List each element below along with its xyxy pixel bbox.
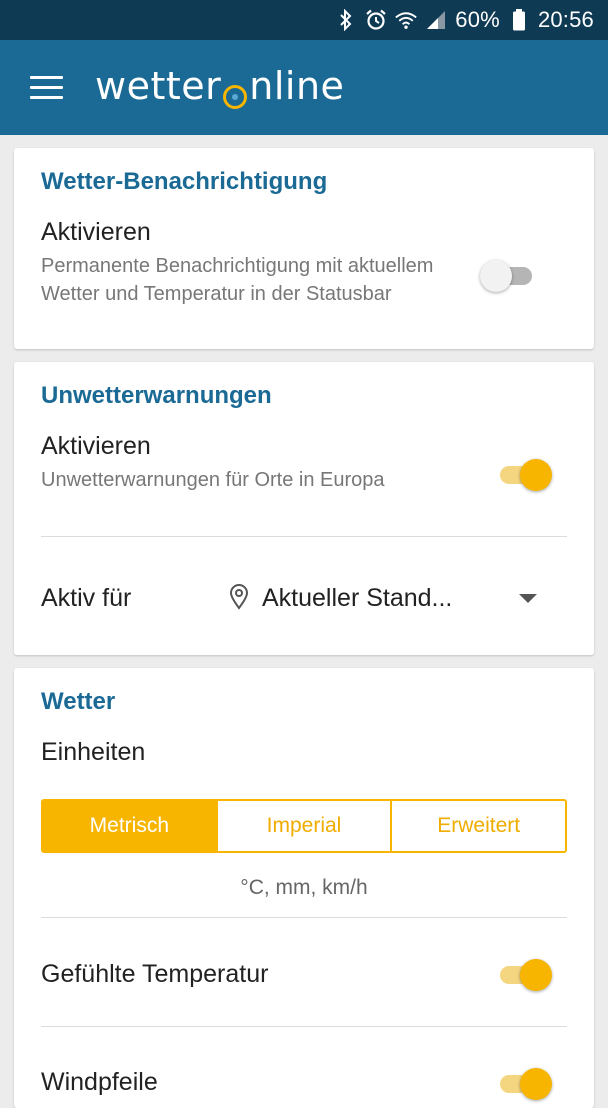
active-for-label: Aktiv für bbox=[41, 584, 132, 612]
weather-card: Wetter Einheiten Metrisch Imperial Erwei… bbox=[14, 668, 594, 1108]
logo-text-right: nline bbox=[249, 63, 345, 108]
felt-temperature-label: Gefühlte Temperatur bbox=[41, 960, 269, 988]
battery-percent: 60% bbox=[455, 7, 500, 32]
notification-activate-label: Aktivieren bbox=[41, 218, 151, 246]
warnings-activate-description: Unwetterwarnungen für Orte in Europa bbox=[41, 469, 385, 491]
felt-temperature-toggle[interactable] bbox=[494, 955, 552, 991]
divider bbox=[41, 536, 567, 537]
notification-toggle[interactable] bbox=[480, 256, 538, 292]
wind-arrows-toggle[interactable] bbox=[494, 1064, 552, 1100]
chevron-down-icon[interactable] bbox=[519, 594, 537, 603]
warnings-activate-label: Aktivieren bbox=[41, 432, 151, 460]
units-label: Einheiten bbox=[41, 738, 146, 766]
clock-time: 20:56 bbox=[537, 7, 594, 32]
logo-text-left: wetter bbox=[95, 63, 222, 108]
warnings-section-title: Unwetterwarnungen bbox=[41, 382, 272, 409]
location-selector-value[interactable]: Aktueller Stand... bbox=[262, 584, 452, 613]
logo-globe-icon bbox=[222, 75, 248, 109]
app-bar: wetter nline bbox=[0, 40, 608, 135]
wind-arrows-label: Windpfeile bbox=[41, 1068, 158, 1096]
battery-icon bbox=[508, 9, 530, 31]
status-bar: 60% 20:56 bbox=[0, 0, 608, 40]
units-segmented-control: Metrisch Imperial Erweitert bbox=[41, 799, 567, 853]
divider bbox=[41, 917, 567, 918]
notification-activate-description: Permanente Benachrichtigung mit aktuelle… bbox=[41, 255, 434, 305]
wetteronline-logo: wetter nline bbox=[95, 63, 345, 109]
notification-section-title: Wetter-Benachrichtigung bbox=[41, 168, 328, 195]
notification-card: Wetter-Benachrichtigung Aktivieren Perma… bbox=[14, 148, 594, 349]
units-option-extended[interactable]: Erweitert bbox=[390, 801, 565, 851]
divider bbox=[41, 1026, 567, 1027]
weather-section-title: Wetter bbox=[41, 688, 116, 715]
warnings-toggle[interactable] bbox=[494, 455, 552, 491]
units-hint: °C, mm, km/h bbox=[240, 876, 368, 899]
warnings-card: Unwetterwarnungen Aktivieren Unwetterwar… bbox=[14, 362, 594, 655]
units-option-metric[interactable]: Metrisch bbox=[43, 801, 216, 851]
signal-icon bbox=[425, 9, 447, 31]
units-option-imperial[interactable]: Imperial bbox=[215, 801, 391, 851]
wifi-icon bbox=[395, 9, 418, 31]
hamburger-menu-icon[interactable] bbox=[30, 76, 64, 100]
location-pin-icon bbox=[229, 584, 249, 610]
bluetooth-icon bbox=[335, 9, 357, 31]
alarm-icon bbox=[365, 9, 387, 31]
